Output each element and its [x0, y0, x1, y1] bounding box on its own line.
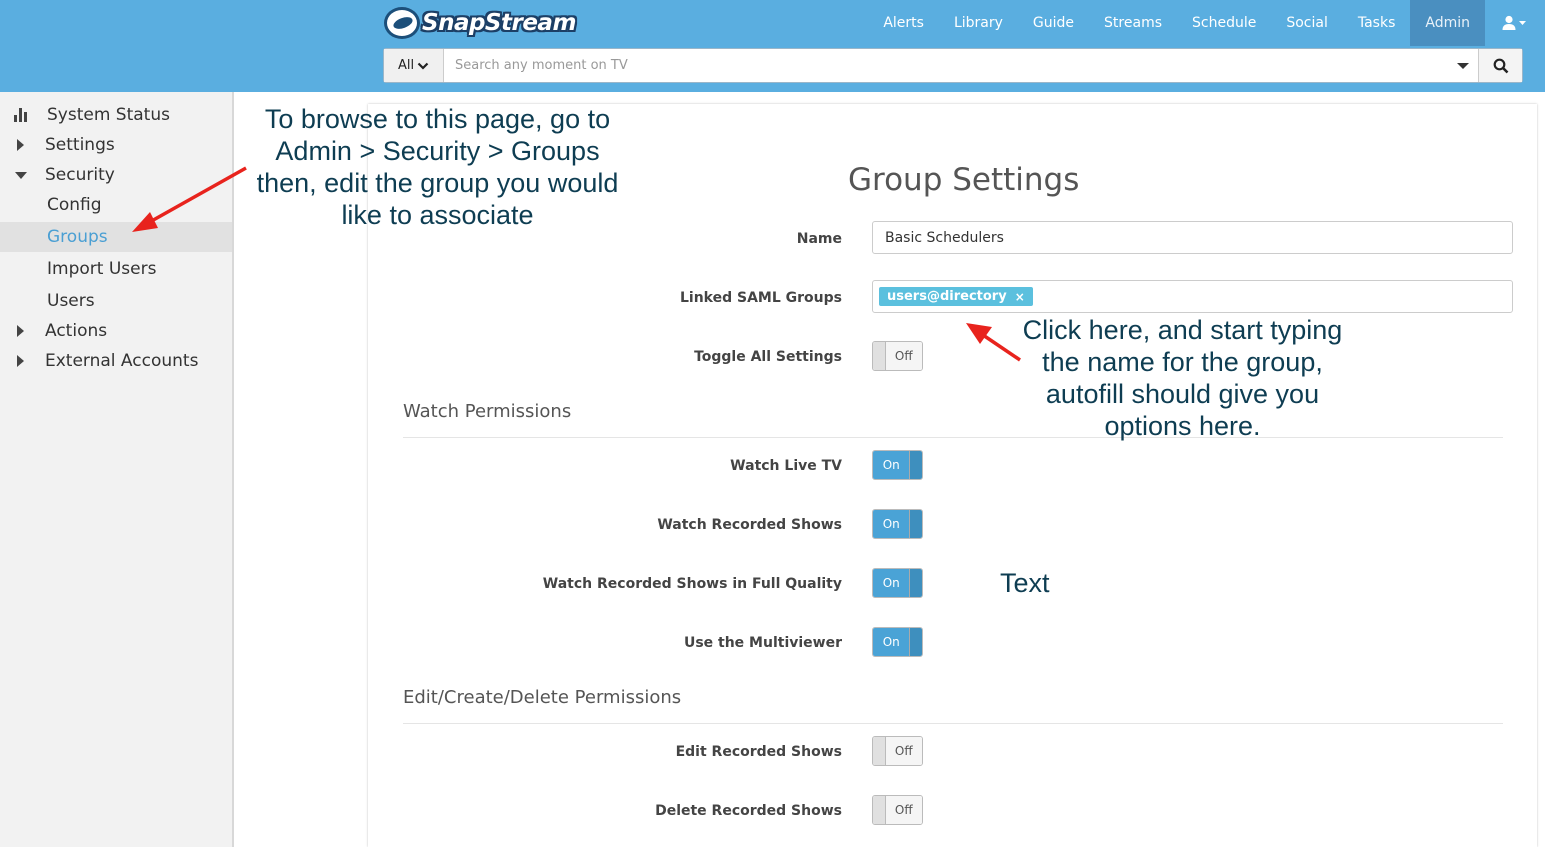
- toggle-knob: [909, 510, 922, 538]
- search-scope-dropdown[interactable]: All: [384, 49, 444, 82]
- sidebar-item-label: Security: [45, 165, 115, 185]
- snapstream-logo[interactable]: SnapStream: [384, 6, 576, 40]
- toggle-all-label: Toggle All Settings: [694, 349, 842, 365]
- bar-chart-icon: [14, 108, 30, 122]
- delete-recorded-label: Delete Recorded Shows: [655, 803, 842, 819]
- sidebar-item-label: Groups: [47, 227, 108, 247]
- note-line: then, edit the group you would: [256, 168, 619, 198]
- logo-mark-icon: [384, 7, 420, 39]
- search-icon: [1493, 58, 1508, 73]
- sidebar-item-actions[interactable]: Actions: [0, 316, 232, 346]
- name-value: Basic Schedulers: [885, 229, 1004, 246]
- toggle-knob: [909, 569, 922, 597]
- caret-right-icon: [17, 325, 24, 337]
- saml-group-tag-label: users@directory: [887, 289, 1007, 304]
- admin-sidebar: System Status Settings Security Config G…: [0, 92, 234, 847]
- watch-full-quality-label: Watch Recorded Shows in Full Quality: [542, 576, 842, 592]
- sidebar-item-users[interactable]: Users: [0, 286, 232, 316]
- nav-alerts[interactable]: Alerts: [868, 0, 939, 46]
- saml-groups-label: Linked SAML Groups: [680, 290, 842, 306]
- search-button[interactable]: [1478, 49, 1522, 82]
- toggle-knob: [873, 796, 886, 824]
- top-header: SnapStream Alerts Library Guide Streams …: [0, 0, 1545, 92]
- toggle-knob: [873, 342, 886, 370]
- search-dropdown-caret[interactable]: [1448, 49, 1478, 82]
- sidebar-item-config[interactable]: Config: [0, 190, 232, 220]
- nav-guide[interactable]: Guide: [1018, 0, 1089, 46]
- caret-right-icon: [17, 355, 24, 367]
- saml-group-tag: users@directory ×: [879, 287, 1033, 306]
- toggle-knob: [909, 628, 922, 656]
- browse-instruction-note: To browse to this page, go to Admin > Se…: [245, 103, 630, 231]
- caret-right-icon: [17, 139, 24, 151]
- note-line: like to associate: [341, 200, 534, 230]
- watch-full-quality-toggle[interactable]: On: [872, 568, 923, 598]
- name-label: Name: [796, 231, 842, 247]
- search-input[interactable]: [444, 49, 1448, 82]
- note-line: autofill should give you: [1045, 379, 1320, 409]
- search-bar: All: [383, 48, 1523, 83]
- main-nav: Alerts Library Guide Streams Schedule So…: [868, 0, 1545, 46]
- edit-recorded-toggle[interactable]: Off: [872, 736, 923, 766]
- watch-permissions-heading: Watch Permissions: [403, 401, 572, 422]
- sidebar-item-groups[interactable]: Groups: [0, 222, 232, 252]
- section-divider: [403, 723, 1503, 724]
- sidebar-item-label: Settings: [45, 135, 115, 155]
- nav-library[interactable]: Library: [939, 0, 1018, 46]
- caret-down-icon: [15, 171, 27, 179]
- sidebar-item-label: Users: [47, 291, 95, 311]
- toggle-state: On: [873, 628, 910, 656]
- sidebar-item-settings[interactable]: Settings: [0, 130, 232, 160]
- toggle-state: Off: [885, 737, 922, 765]
- nav-tasks[interactable]: Tasks: [1343, 0, 1411, 46]
- logo-text: SnapStream: [422, 10, 576, 36]
- note-line: the name for the group,: [1042, 347, 1323, 377]
- nav-admin[interactable]: Admin: [1410, 0, 1485, 46]
- sidebar-item-label: External Accounts: [45, 351, 199, 371]
- edit-permissions-heading: Edit/Create/Delete Permissions: [403, 687, 682, 708]
- watch-live-tv-label: Watch Live TV: [730, 458, 842, 474]
- delete-recorded-toggle[interactable]: Off: [872, 795, 923, 825]
- click-instruction-note: Click here, and start typing the name fo…: [1010, 314, 1355, 442]
- toggle-state: On: [873, 451, 910, 479]
- toggle-state: Off: [885, 342, 922, 370]
- toggle-state: Off: [885, 796, 922, 824]
- toggle-knob: [873, 737, 886, 765]
- remove-tag-icon[interactable]: ×: [1015, 290, 1025, 304]
- page-title: Group Settings: [848, 162, 1080, 198]
- user-icon: [1502, 15, 1526, 30]
- sidebar-item-label: System Status: [47, 105, 170, 125]
- chevron-down-icon: [417, 62, 429, 70]
- caret-down-icon: [1457, 62, 1469, 69]
- watch-recorded-toggle[interactable]: On: [872, 509, 923, 539]
- note-line: Admin > Security > Groups: [275, 136, 600, 166]
- nav-schedule[interactable]: Schedule: [1177, 0, 1271, 46]
- sidebar-item-external-accounts[interactable]: External Accounts: [0, 346, 232, 376]
- sidebar-item-label: Actions: [45, 321, 108, 341]
- watch-recorded-label: Watch Recorded Shows: [657, 517, 842, 533]
- search-scope-label: All: [397, 58, 415, 73]
- multiviewer-label: Use the Multiviewer: [683, 635, 842, 651]
- toggle-state: On: [873, 510, 910, 538]
- nav-streams[interactable]: Streams: [1089, 0, 1177, 46]
- note-line: Click here, and start typing: [1022, 315, 1343, 345]
- sidebar-item-label: Config: [47, 195, 102, 215]
- sidebar-item-label: Import Users: [47, 259, 157, 279]
- sidebar-item-system-status[interactable]: System Status: [0, 100, 232, 130]
- user-menu[interactable]: [1485, 0, 1545, 46]
- toggle-all-switch[interactable]: Off: [872, 341, 923, 371]
- toggle-state: On: [873, 569, 910, 597]
- sidebar-item-security[interactable]: Security: [0, 160, 232, 190]
- multiviewer-toggle[interactable]: On: [872, 627, 923, 657]
- watch-live-tv-toggle[interactable]: On: [872, 450, 923, 480]
- edit-recorded-label: Edit Recorded Shows: [675, 744, 842, 760]
- nav-social[interactable]: Social: [1271, 0, 1343, 46]
- note-line: options here.: [1104, 411, 1261, 441]
- note-line: To browse to this page, go to: [264, 104, 611, 134]
- saml-groups-input[interactable]: users@directory ×: [872, 280, 1513, 313]
- toggle-knob: [909, 451, 922, 479]
- sidebar-item-import-users[interactable]: Import Users: [0, 254, 232, 284]
- name-field[interactable]: Basic Schedulers: [872, 221, 1513, 254]
- text-annotation: Text: [1000, 568, 1050, 598]
